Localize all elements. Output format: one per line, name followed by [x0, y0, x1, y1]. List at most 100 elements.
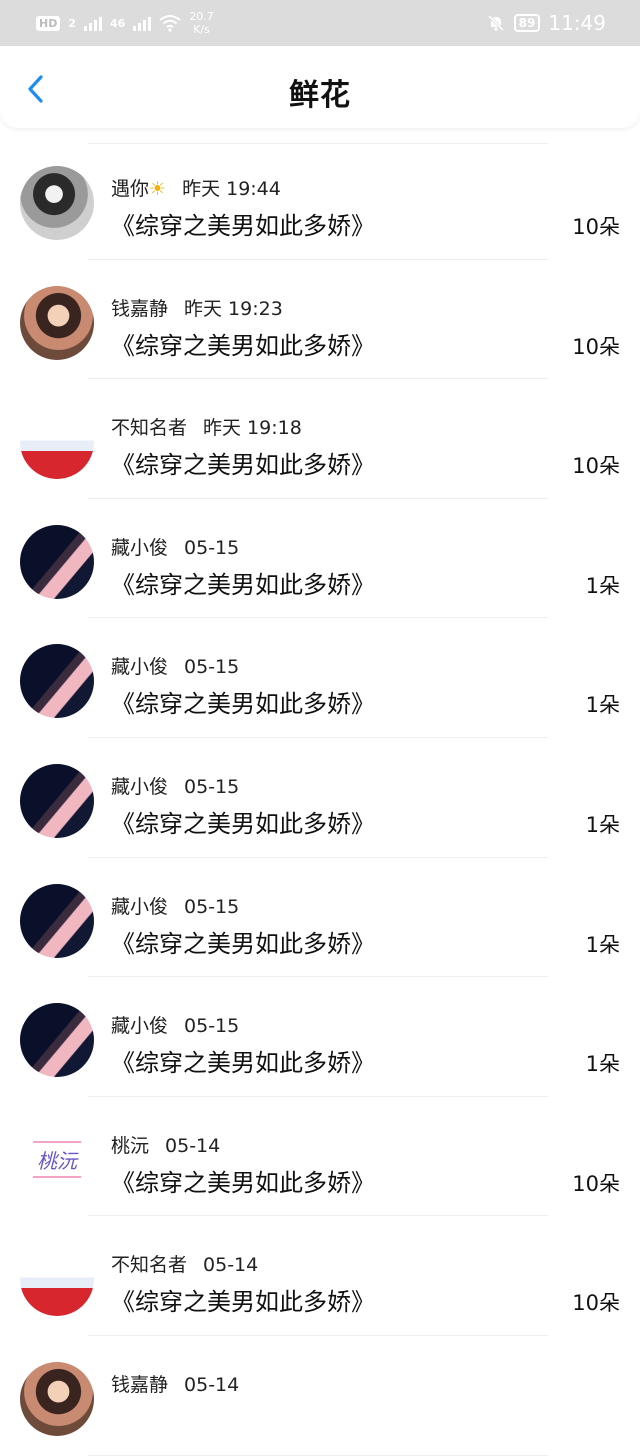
list-item-10[interactable]: 钱嘉静 05-14	[0, 1336, 640, 1456]
send-time: 05-14	[165, 1134, 221, 1157]
sender-name-text: 藏小俊	[111, 536, 169, 559]
item-meta: 不知名者 昨天 19:18	[111, 413, 302, 440]
wifi-icon	[159, 15, 181, 32]
avatar[interactable]	[20, 1242, 94, 1317]
sender-name: 不知名者	[111, 1254, 187, 1276]
sender-name: 桃沅	[111, 1135, 149, 1157]
battery-indicator: 89	[513, 14, 541, 32]
status-left: HD 2 46 20.7 K/s	[36, 10, 214, 36]
sender-name: 藏小俊	[111, 537, 168, 559]
speed-unit: K/s	[193, 23, 210, 36]
sender-name-text: 桃沅	[111, 1134, 150, 1157]
book-title: 《综穿之美男如此多娇》	[111, 451, 375, 480]
send-time: 昨天 19:18	[203, 417, 302, 440]
network-type: 46	[110, 16, 126, 30]
sender-name-text: 钱嘉静	[111, 1373, 169, 1396]
sun-emoji: ☀	[149, 178, 167, 200]
avatar[interactable]	[20, 166, 94, 240]
send-time: 05-15	[184, 1015, 240, 1038]
sender-name-text: 藏小俊	[111, 1015, 169, 1038]
flower-count: 1朵	[585, 812, 620, 837]
signal-icon-2	[133, 15, 152, 31]
logo-text: 桃沅	[33, 1141, 81, 1179]
list-item-8[interactable]: 桃沅 桃沅 05-14 《综穿之美男如此多娇》 10朵	[0, 1097, 640, 1217]
sender-name: 藏小俊	[111, 896, 168, 918]
sender-name-text: 不知名者	[111, 417, 188, 440]
avatar[interactable]	[20, 883, 94, 958]
list-item-6[interactable]: 藏小俊 05-15 《综穿之美男如此多娇》 1朵	[0, 858, 640, 978]
list-item-7[interactable]: 藏小俊 05-15 《综穿之美男如此多娇》 1朵	[0, 977, 640, 1097]
status-right: 89 11:49	[486, 11, 606, 35]
list-item-1[interactable]: 钱嘉静 昨天 19:23 《综穿之美男如此多娇》 10朵	[0, 260, 640, 380]
item-meta: 遇你☀ 昨天 19:44	[111, 174, 281, 201]
avatar[interactable]	[20, 405, 94, 480]
row-divider	[88, 1454, 548, 1456]
book-title: 《综穿之美男如此多娇》	[111, 331, 375, 360]
item-meta: 不知名者 05-14	[111, 1250, 258, 1277]
item-meta: 钱嘉静 05-14	[111, 1370, 239, 1397]
send-time: 05-15	[184, 895, 240, 918]
book-title: 《综穿之美男如此多娇》	[111, 929, 375, 958]
list-item-5[interactable]: 藏小俊 05-15 《综穿之美男如此多娇》 1朵	[0, 738, 640, 858]
flower-count: 10朵	[572, 1291, 620, 1316]
send-time: 05-15	[184, 775, 240, 798]
speed-value: 20.7	[189, 10, 214, 23]
sender-name: 钱嘉静	[111, 298, 168, 320]
status-bar: HD 2 46 20.7 K/s 89 11:49	[0, 0, 640, 46]
nav-bar: 鲜花	[0, 46, 640, 128]
sender-name-text: 藏小俊	[111, 656, 169, 679]
sender-name: 藏小俊	[111, 1015, 168, 1037]
flower-count: 10朵	[572, 215, 620, 239]
hd-badge: HD	[36, 15, 61, 31]
avatar[interactable]	[20, 763, 94, 838]
send-time: 昨天 19:44	[182, 178, 281, 200]
page-title: 鲜花	[289, 78, 351, 113]
sender-name-text: 不知名者	[111, 1254, 188, 1277]
book-title: 《综穿之美男如此多娇》	[111, 809, 375, 838]
item-meta: 藏小俊 05-15	[111, 533, 239, 560]
flower-record-list: 遇你☀ 昨天 19:44 《综穿之美男如此多娇》 10朵 钱嘉静 昨天 19:23 …	[0, 140, 640, 1456]
avatar[interactable]	[20, 1003, 94, 1078]
book-title: 《综穿之美男如此多娇》	[111, 1288, 375, 1317]
flower-count: 1朵	[585, 693, 620, 718]
avatar[interactable]: 桃沅	[20, 1122, 94, 1197]
flower-count: 10朵	[572, 334, 620, 359]
list-item-2[interactable]: 不知名者 昨天 19:18 《综穿之美男如此多娇》 10朵	[0, 379, 640, 499]
avatar[interactable]	[20, 285, 94, 360]
item-meta: 藏小俊 05-15	[111, 652, 239, 679]
sender-name: 藏小俊	[111, 656, 168, 678]
flower-count: 1朵	[585, 573, 620, 598]
network-speed: 20.7 K/s	[189, 10, 214, 36]
send-time: 昨天 19:23	[184, 297, 283, 320]
flower-count: 1朵	[585, 932, 620, 957]
flower-count: 10朵	[572, 454, 620, 479]
send-time: 05-15	[184, 536, 240, 559]
send-time: 05-14	[184, 1373, 240, 1396]
sender-name-text: 钱嘉静	[111, 297, 169, 320]
sender-name: 遇你☀	[111, 178, 166, 200]
item-meta: 藏小俊 05-15	[111, 892, 239, 919]
sender-name-text: 遇你	[111, 178, 150, 200]
list-item-4[interactable]: 藏小俊 05-15 《综穿之美男如此多娇》 1朵	[0, 618, 640, 738]
sim-slot: 2	[68, 16, 76, 30]
sender-name: 藏小俊	[111, 776, 168, 798]
item-meta: 桃沅 05-14	[111, 1131, 220, 1158]
sender-name-text: 藏小俊	[111, 775, 169, 798]
book-title: 《综穿之美男如此多娇》	[111, 1049, 375, 1078]
book-title: 《综穿之美男如此多娇》	[111, 570, 375, 599]
list-item-9[interactable]: 不知名者 05-14 《综穿之美男如此多娇》 10朵	[0, 1216, 640, 1336]
flower-count: 1朵	[585, 1052, 620, 1077]
avatar[interactable]	[20, 1361, 94, 1436]
item-meta: 钱嘉静 昨天 19:23	[111, 294, 283, 321]
avatar[interactable]	[20, 524, 94, 599]
flower-count: 10朵	[572, 1171, 620, 1196]
sender-name: 钱嘉静	[111, 1374, 168, 1396]
sender-name: 不知名者	[111, 417, 187, 439]
sender-name-text: 藏小俊	[111, 895, 169, 918]
list-item-3[interactable]: 藏小俊 05-15 《综穿之美男如此多娇》 1朵	[0, 499, 640, 619]
send-time: 05-14	[203, 1254, 259, 1277]
item-meta: 藏小俊 05-15	[111, 772, 239, 799]
avatar[interactable]	[20, 644, 94, 719]
list-item-0[interactable]: 遇你☀ 昨天 19:44 《综穿之美男如此多娇》 10朵	[0, 140, 640, 260]
book-title: 《综穿之美男如此多娇》	[111, 1168, 375, 1197]
